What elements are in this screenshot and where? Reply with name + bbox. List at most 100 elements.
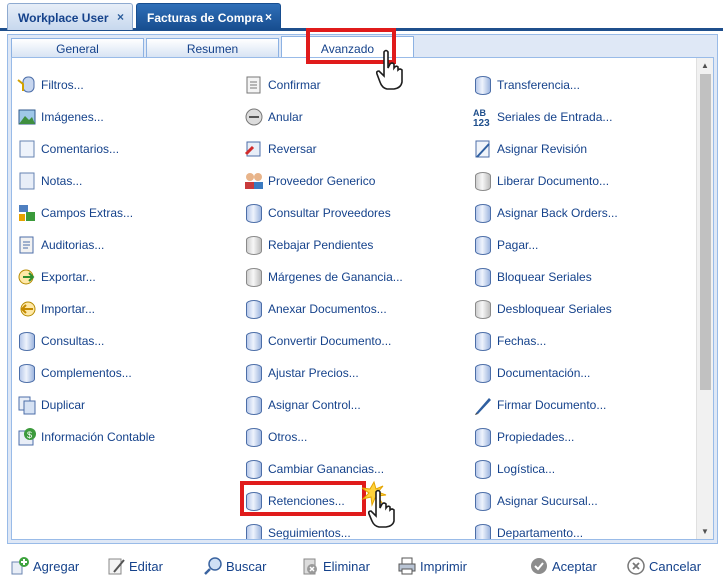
option-item[interactable]: Confirmar [242, 74, 321, 96]
option-item[interactable]: Ajustar Precios... [242, 362, 359, 384]
option-item[interactable]: Complementos... [15, 362, 132, 384]
option-label: Firmar Documento... [497, 398, 607, 412]
database-icon [242, 298, 266, 320]
svg-text:123: 123 [473, 118, 490, 127]
option-label: Documentación... [497, 366, 591, 380]
option-item[interactable]: Anexar Documentos... [242, 298, 387, 320]
option-label: Asignar Sucursal... [497, 494, 598, 508]
option-item[interactable]: Importar... [15, 298, 95, 320]
option-item[interactable]: Liberar Documento... [471, 170, 609, 192]
option-item[interactable]: Rebajar Pendientes [242, 234, 373, 256]
eliminar-button[interactable]: Eliminar [298, 551, 370, 581]
audit-icon [15, 234, 39, 256]
option-item[interactable]: Anular [242, 106, 303, 128]
option-item[interactable]: Auditorias... [15, 234, 104, 256]
option-item[interactable]: Exportar... [15, 266, 96, 288]
agregar-label: Agregar [33, 558, 80, 574]
close-icon[interactable]: × [265, 10, 272, 24]
option-item[interactable]: Márgenes de Ganancia... [242, 266, 403, 288]
option-item[interactable]: Seguimientos... [242, 522, 351, 539]
option-item[interactable]: Duplicar [15, 394, 85, 416]
option-item[interactable]: Campos Extras... [15, 202, 133, 224]
buscar-button[interactable]: Buscar [201, 551, 266, 581]
option-item[interactable]: Transferencia... [471, 74, 580, 96]
option-item[interactable]: Logística... [471, 458, 555, 480]
option-item[interactable]: Proveedor Generico [242, 170, 375, 192]
option-item[interactable]: Reversar [242, 138, 317, 160]
editar-button[interactable]: Editar [104, 551, 163, 581]
option-label: Comentarios... [41, 142, 120, 156]
tab-resumen[interactable]: Resumen [146, 38, 279, 57]
window-tab-workplace-user[interactable]: Workplace User × [7, 3, 133, 30]
option-item[interactable]: Comentarios... [15, 138, 119, 160]
option-item[interactable]: Imágenes... [15, 106, 104, 128]
option-label: Desbloquear Seriales [497, 302, 612, 316]
scroll-down-icon[interactable]: ▼ [701, 527, 709, 536]
svg-text:$: $ [27, 430, 32, 440]
option-item[interactable]: Notas... [15, 170, 82, 192]
database-icon [471, 522, 495, 539]
option-label: Transferencia... [497, 78, 580, 92]
option-item[interactable]: AB 123 Seriales de Entrada... [471, 106, 612, 128]
bottom-toolbar: Agregar Editar Buscar Eliminar Imprimir … [0, 549, 723, 584]
database-icon [471, 234, 495, 256]
option-item[interactable]: Firmar Documento... [471, 394, 606, 416]
scrollbar-thumb[interactable] [700, 74, 711, 390]
editar-label: Editar [129, 558, 163, 574]
option-item[interactable]: Asignar Back Orders... [471, 202, 618, 224]
option-label: Anular [268, 110, 303, 124]
database-icon [471, 330, 495, 352]
window-tab-facturas-de-compra[interactable]: Facturas de Compra × [136, 3, 281, 30]
option-label: Márgenes de Ganancia... [268, 270, 403, 284]
cancelar-button[interactable]: Cancelar [624, 551, 701, 581]
option-item[interactable]: Convertir Documento... [242, 330, 391, 352]
option-item[interactable]: Retenciones... [242, 490, 345, 512]
option-item[interactable]: Otros... [242, 426, 307, 448]
option-item[interactable]: Consultar Proveedores [242, 202, 391, 224]
database-icon [242, 522, 266, 539]
imprimir-button[interactable]: Imprimir [395, 551, 467, 581]
option-label: Liberar Documento... [497, 174, 610, 188]
option-label: Campos Extras... [41, 206, 134, 220]
option-label: Bloquear Seriales [497, 270, 592, 284]
close-icon[interactable]: × [117, 10, 124, 24]
aceptar-button[interactable]: Aceptar [527, 551, 597, 581]
option-item[interactable]: Filtros... [15, 74, 84, 96]
option-item[interactable]: Cambiar Ganancias... [242, 458, 384, 480]
option-label: Fechas... [497, 334, 547, 348]
options-list: ▲ ▼ Filtros... Imágenes... Comentarios... N… [11, 57, 714, 540]
option-item[interactable]: Propiedades... [471, 426, 574, 448]
option-item[interactable]: Fechas... [471, 330, 546, 352]
option-item[interactable]: Bloquear Seriales [471, 266, 592, 288]
option-label: Logística... [497, 462, 556, 476]
option-item[interactable]: $ Información Contable [15, 426, 155, 448]
database-grey-icon [471, 298, 495, 320]
option-item[interactable]: Desbloquear Seriales [471, 298, 612, 320]
database-icon [471, 202, 495, 224]
option-label: Proveedor Generico [268, 174, 376, 188]
database-icon [471, 426, 495, 448]
option-label: Duplicar [41, 398, 86, 412]
comment-icon [15, 138, 39, 160]
extra-fields-icon [15, 202, 39, 224]
vertical-scrollbar[interactable]: ▲ ▼ [696, 58, 713, 539]
scroll-up-icon[interactable]: ▲ [701, 61, 709, 70]
option-item[interactable]: Asignar Sucursal... [471, 490, 598, 512]
option-item[interactable]: Pagar... [471, 234, 538, 256]
option-item[interactable]: Documentación... [471, 362, 590, 384]
option-label: Pagar... [497, 238, 539, 252]
option-item[interactable]: Consultas... [15, 330, 104, 352]
option-label: Propiedades... [497, 430, 575, 444]
option-item[interactable]: Departamento... [471, 522, 583, 539]
filter-icon [15, 74, 39, 96]
tab-general[interactable]: General [11, 38, 144, 57]
option-item[interactable]: Asignar Control... [242, 394, 361, 416]
image-icon [15, 106, 39, 128]
agregar-button[interactable]: Agregar [8, 551, 79, 581]
add-icon [8, 555, 32, 577]
option-label: Rebajar Pendientes [268, 238, 374, 252]
tab-avanzado[interactable]: Avanzado [281, 36, 414, 58]
database-icon [242, 394, 266, 416]
option-label: Filtros... [41, 78, 84, 92]
option-item[interactable]: Asignar Revisión [471, 138, 587, 160]
